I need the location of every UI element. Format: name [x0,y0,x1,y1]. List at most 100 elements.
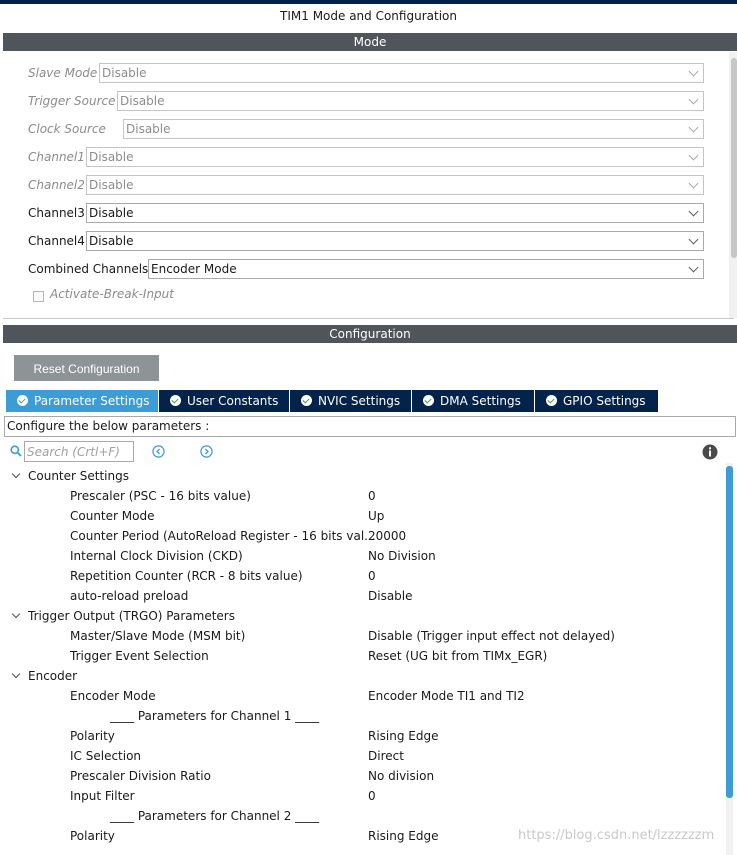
chevron-down-icon[interactable] [11,609,21,619]
tab-label: NVIC Settings [318,394,401,408]
configuration-section-header: Configuration [3,325,737,343]
param-row[interactable]: Encoder Mode Encoder Mode TI1 and TI2 [0,686,724,706]
slave-mode-label: Slave Mode [28,66,98,80]
slave-mode-select[interactable]: Disable [99,63,704,83]
tab-label: DMA Settings [440,394,521,408]
param-value[interactable]: Up [368,506,384,526]
previous-result-icon[interactable] [152,445,165,458]
param-name: Counter Period (AutoReload Register - 16… [70,529,376,543]
param-row[interactable]: Trigger Event Selection Reset (UG bit fr… [0,646,724,666]
chevron-down-icon[interactable] [11,469,21,479]
param-value[interactable]: No Division [368,546,436,566]
channel1-value: Disable [89,150,134,164]
channel2-params-header: ____ Parameters for Channel 2 ____ [0,806,724,826]
clock-source-value: Disable [126,122,171,136]
chevron-down-icon [688,262,699,273]
param-name: Polarity [70,729,115,743]
group-label: Counter Settings [28,469,129,483]
tab-user-constants[interactable]: User Constants [159,390,289,412]
param-value[interactable]: Rising Edge [368,726,439,746]
search-input[interactable] [24,441,134,462]
check-circle-icon [423,395,434,406]
tab-dma-settings[interactable]: DMA Settings [412,390,534,412]
group-label: Encoder [28,669,78,683]
trigger-source-value: Disable [120,94,165,108]
check-circle-icon [301,395,312,406]
clock-source-label: Clock Source [28,122,106,136]
param-row[interactable]: IC Selection Direct [0,746,724,766]
check-circle-icon [546,395,557,406]
param-row[interactable]: Counter Mode Up [0,506,724,526]
param-name: Master/Slave Mode (MSM bit) [70,629,246,643]
param-value[interactable]: 20000 [368,526,406,546]
tab-parameter-settings[interactable]: Parameter Settings [6,390,158,412]
param-row[interactable]: Master/Slave Mode (MSM bit) Disable (Tri… [0,626,724,646]
param-row[interactable]: Input Filter 0 [0,786,724,806]
param-value[interactable]: Reset (UG bit from TIMx_EGR) [368,646,547,666]
chevron-down-icon [688,122,699,133]
next-result-icon[interactable] [200,445,213,458]
param-value[interactable]: 0 [368,566,376,586]
watermark: https://blog.csdn.net/lzzzzzzm [518,828,715,843]
activate-break-input-label: Activate-Break-Input [50,287,174,301]
channel3-value: Disable [89,206,134,220]
info-icon[interactable] [702,444,718,460]
channel4-select[interactable]: Disable [86,231,704,251]
param-row[interactable]: Repetition Counter (RCR - 8 bits value) … [0,566,724,586]
subsection-label: ____ Parameters for Channel 1 ____ [110,709,320,723]
param-value[interactable]: Direct [368,746,404,766]
param-value[interactable]: Disable (Trigger input effect not delaye… [368,626,615,646]
channel4-label: Channel4 [28,234,85,248]
channel3-select[interactable]: Disable [86,203,704,223]
check-circle-icon [17,395,28,406]
channel4-value: Disable [89,234,134,248]
combined-channels-select[interactable]: Encoder Mode [148,259,704,279]
tab-label: Parameter Settings [34,394,150,408]
chevron-down-icon [688,94,699,105]
mode-section-header: Mode [3,33,737,51]
trigger-source-select[interactable]: Disable [117,91,704,111]
slave-mode-value: Disable [102,66,147,80]
param-name: Input Filter [70,789,135,803]
param-value[interactable]: No division [368,766,434,786]
param-row[interactable]: Prescaler (PSC - 16 bits value) 0 [0,486,724,506]
chevron-down-icon [688,206,699,217]
param-value[interactable]: Encoder Mode TI1 and TI2 [368,686,525,706]
channel2-label: Channel2 [28,178,85,192]
chevron-down-icon [688,234,699,245]
tab-nvic-settings[interactable]: NVIC Settings [290,390,411,412]
parameters-scrollbar-thumb[interactable] [726,466,733,798]
param-value[interactable]: Rising Edge [368,826,439,846]
activate-break-input-checkbox[interactable] [33,291,44,302]
mode-scrollbar-thumb[interactable] [731,58,737,258]
channel1-select[interactable]: Disable [86,147,704,167]
channel1-params-header: ____ Parameters for Channel 1 ____ [0,706,724,726]
trigger-source-label: Trigger Source [28,94,116,108]
group-counter-settings[interactable]: Counter Settings [0,466,724,486]
subsection-label: ____ Parameters for Channel 2 ____ [110,809,320,823]
group-label: Trigger Output (TRGO) Parameters [28,609,235,623]
group-trigger-output[interactable]: Trigger Output (TRGO) Parameters [0,606,724,626]
tab-gpio-settings[interactable]: GPIO Settings [535,390,658,412]
param-value[interactable]: 0 [368,486,376,506]
param-value[interactable]: 0 [368,786,376,806]
clock-source-select[interactable]: Disable [123,119,704,139]
channel2-select[interactable]: Disable [86,175,704,195]
combined-channels-value: Encoder Mode [151,262,237,276]
chevron-down-icon[interactable] [11,669,21,679]
param-row[interactable]: Internal Clock Division (CKD) No Divisio… [0,546,724,566]
param-name: Prescaler Division Ratio [70,769,211,783]
top-accent-bar [0,0,737,4]
param-name: Prescaler (PSC - 16 bits value) [70,489,251,503]
param-row[interactable]: Prescaler Division Ratio No division [0,766,724,786]
param-row[interactable]: auto-reload preload Disable [0,586,724,606]
combined-channels-label: Combined Channels [28,262,149,276]
param-name: Internal Clock Division (CKD) [70,549,243,563]
reset-configuration-button[interactable]: Reset Configuration [14,355,159,381]
param-name: Trigger Event Selection [70,649,209,663]
tab-label: User Constants [187,394,279,408]
group-encoder[interactable]: Encoder [0,666,724,686]
param-row[interactable]: Counter Period (AutoReload Register - 16… [0,526,724,546]
param-row[interactable]: Polarity Rising Edge [0,726,724,746]
param-value[interactable]: Disable [368,586,413,606]
